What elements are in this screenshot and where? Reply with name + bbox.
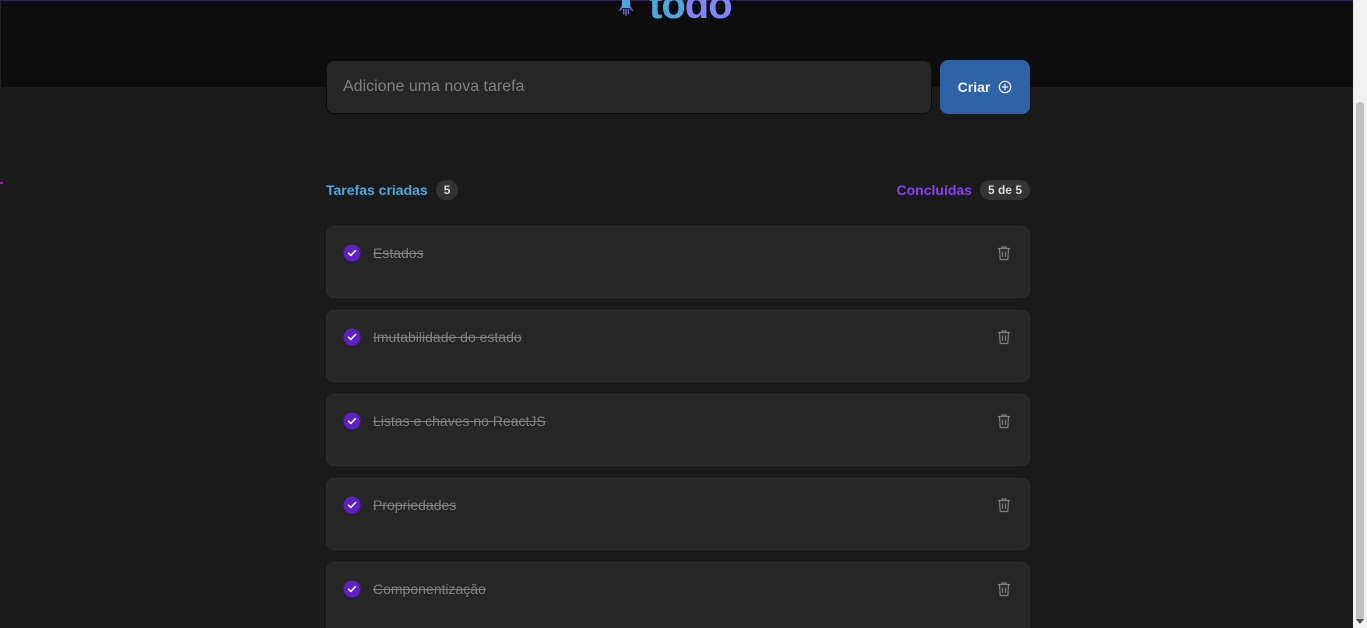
task-text: Imutabilidade do estado: [373, 329, 522, 345]
trash-icon[interactable]: [992, 409, 1016, 433]
scrollbar-track-top[interactable]: [1353, 0, 1367, 97]
scroll-down-arrow-icon[interactable]: [1356, 619, 1364, 624]
task-counters: Tarefas criadas 5 Concluídas 5 de 5: [326, 180, 1030, 200]
task-text: Componentização: [373, 581, 486, 597]
task-text: Estados: [373, 245, 424, 261]
task-item: Imutabilidade do estado: [326, 310, 1030, 382]
done-count-badge: 5 de 5: [979, 180, 1030, 200]
trash-icon[interactable]: [992, 241, 1016, 265]
trash-icon[interactable]: [992, 577, 1016, 601]
create-task-button[interactable]: Criar: [940, 60, 1030, 114]
task-item: Propriedades: [326, 478, 1030, 550]
create-button-label: Criar: [957, 79, 991, 95]
edge-marker: [0, 182, 3, 184]
task-text: Listas e chaves no ReactJS: [373, 413, 546, 429]
logo-part-to: to: [649, 0, 686, 27]
checked-icon[interactable]: [343, 580, 361, 598]
created-count-badge: 5: [435, 180, 459, 200]
task-item: Listas e chaves no ReactJS: [326, 394, 1030, 466]
checked-icon[interactable]: [343, 328, 361, 346]
app-page: todo Criar Tarefas criadas 5 Concluídas …: [0, 0, 1367, 628]
vertical-scrollbar[interactable]: [1353, 87, 1367, 628]
trash-icon[interactable]: [992, 325, 1016, 349]
task-item: Estados: [326, 226, 1030, 298]
plus-circle-icon: [999, 80, 1012, 94]
task-list: Estados Imutabilidade do estado Listas e…: [326, 226, 1030, 628]
logo: todo: [613, 0, 733, 27]
checked-icon[interactable]: [343, 412, 361, 430]
rocket-icon: [618, 0, 634, 16]
logo-wordmark: todo: [649, 0, 733, 27]
scrollbar-thumb[interactable]: [1356, 102, 1364, 622]
done-counter: Concluídas 5 de 5: [896, 180, 1030, 200]
new-task-form: Criar: [326, 60, 1030, 114]
created-label: Tarefas criadas: [326, 182, 428, 198]
task-text: Propriedades: [373, 497, 457, 513]
logo-part-do: do: [684, 0, 733, 27]
checked-icon[interactable]: [343, 244, 361, 262]
task-item: Componentização: [326, 562, 1030, 628]
new-task-input[interactable]: [326, 60, 932, 114]
checked-icon[interactable]: [343, 496, 361, 514]
done-label: Concluídas: [896, 182, 972, 198]
trash-icon[interactable]: [992, 493, 1016, 517]
created-counter: Tarefas criadas 5: [326, 180, 459, 200]
